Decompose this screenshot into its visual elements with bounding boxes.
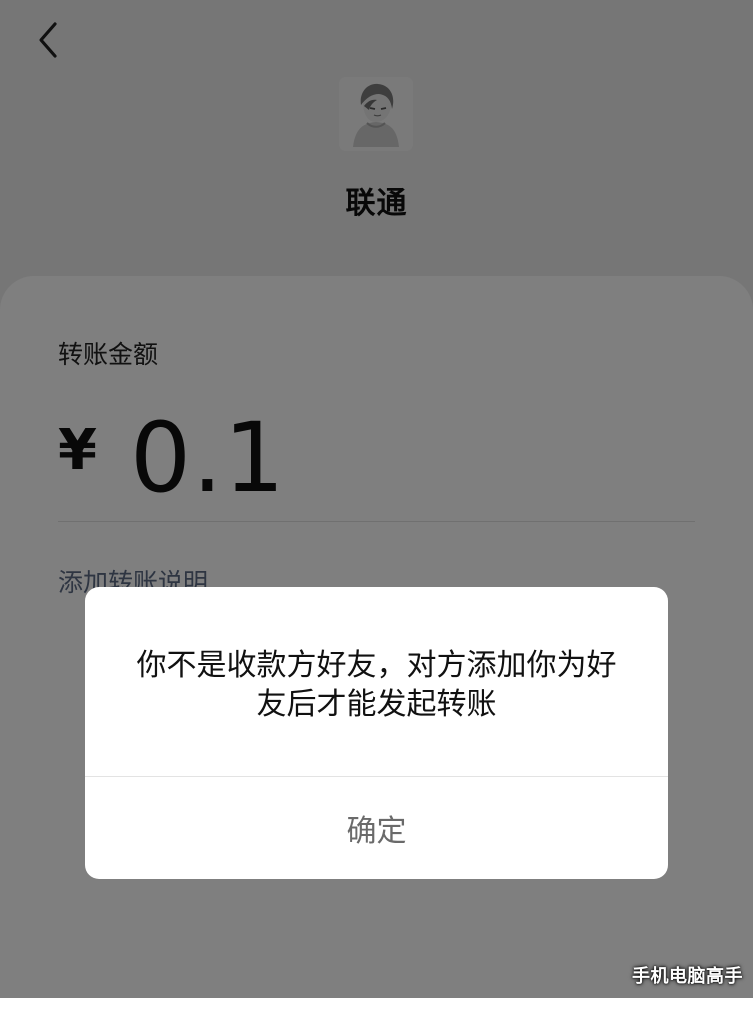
watermark-text: 手机电脑高手 [632,966,743,987]
friend-required-dialog: 你不是收款方好友，对方添加你为好友后才能发起转账 确定 [85,587,668,879]
confirm-button[interactable]: 确定 [85,777,668,879]
dialog-message: 你不是收款方好友，对方添加你为好友后才能发起转账 [136,648,617,722]
